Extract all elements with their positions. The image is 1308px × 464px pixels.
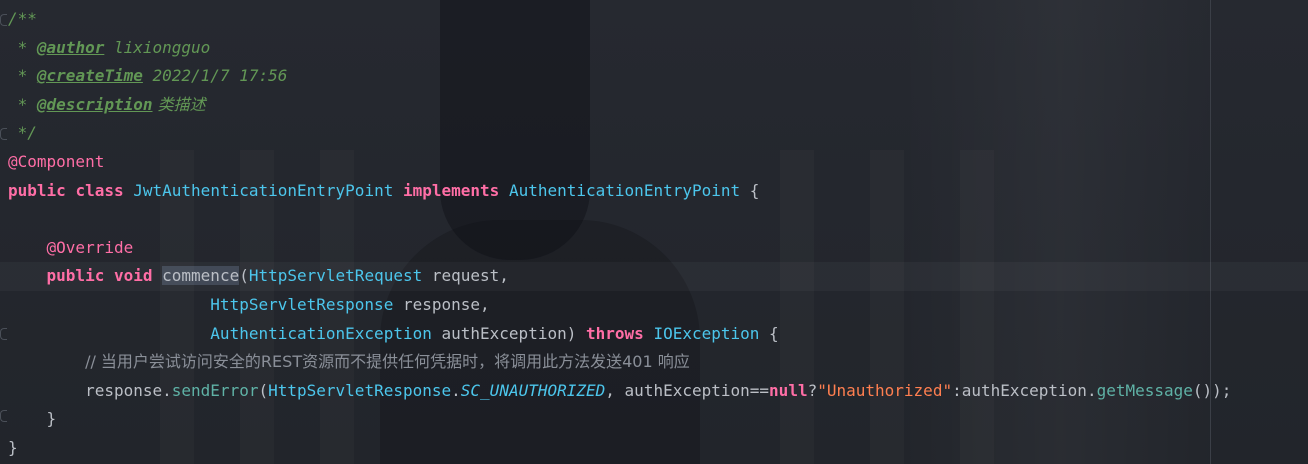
code-line[interactable]: * @createTime 2022/1/7 17:56 xyxy=(0,62,1308,91)
javadoc-author-value: lixiongguo xyxy=(104,37,211,57)
interface-name[interactable]: AuthenticationEntryPoint xyxy=(509,181,740,200)
string-literal: "Unauthorized" xyxy=(817,380,953,400)
method-call-senderror[interactable]: sendError xyxy=(172,381,259,400)
code-line[interactable]: } xyxy=(0,434,1308,463)
closing-parens: ()); xyxy=(1192,380,1232,400)
param-name: request, xyxy=(422,266,509,286)
method-call-getmessage[interactable]: getMessage xyxy=(1097,381,1193,400)
dot: . xyxy=(162,380,172,400)
code-line[interactable]: * @description 类描述 xyxy=(0,91,1308,120)
expression-part: :authException. xyxy=(952,380,1097,400)
param-type[interactable]: AuthenticationException xyxy=(210,324,432,343)
javadoc-close: */ xyxy=(8,123,37,143)
code-line[interactable]: @Component xyxy=(0,148,1308,177)
code-line[interactable]: response.sendError(HttpServletResponse.S… xyxy=(0,377,1308,406)
javadoc-tag-author[interactable]: @author xyxy=(37,38,104,57)
code-line[interactable]: // 当用户尝试访问安全的REST资源而不提供任何凭据时，将调用此方法发送401… xyxy=(0,348,1308,377)
code-line[interactable]: @Override xyxy=(0,234,1308,263)
keyword-implements: implements xyxy=(402,180,500,200)
javadoc-open: /** xyxy=(8,9,37,28)
code-line-empty[interactable] xyxy=(0,205,1308,234)
javadoc-description-value: 类描述 xyxy=(152,94,206,114)
param-type[interactable]: HttpServletRequest xyxy=(249,266,422,285)
code-line[interactable]: /** xyxy=(0,5,1308,34)
javadoc-prefix: * xyxy=(8,37,37,57)
annotation-component[interactable]: @Component xyxy=(8,152,104,171)
open-brace: { xyxy=(749,180,760,200)
code-line[interactable]: * @author lixiongguo xyxy=(0,34,1308,63)
exception-type[interactable]: IOException xyxy=(653,324,759,343)
open-paren: ( xyxy=(239,266,249,286)
keyword-throws: throws xyxy=(586,323,644,343)
javadoc-createtime-value: 2022/1/7 17:56 xyxy=(142,66,288,86)
class-ref[interactable]: HttpServletResponse xyxy=(268,381,451,400)
expression-part: , authException== xyxy=(605,380,770,400)
code-line[interactable]: HttpServletResponse response, xyxy=(0,291,1308,320)
keyword-public: public xyxy=(8,180,66,200)
code-line[interactable]: */ xyxy=(0,119,1308,148)
code-area[interactable]: /** * @author lixiongguo * @createTime 2… xyxy=(0,5,1308,463)
code-line[interactable]: AuthenticationException authException) t… xyxy=(0,320,1308,349)
open-brace: { xyxy=(769,323,779,343)
keyword-class: class xyxy=(75,180,124,200)
code-line-current[interactable]: public void commence(HttpServletRequest … xyxy=(0,262,1308,291)
method-name-commence[interactable]: commence xyxy=(162,266,240,286)
dot: . xyxy=(451,380,461,400)
param-name: response, xyxy=(393,294,490,314)
javadoc-tag-createtime[interactable]: @createTime xyxy=(37,66,143,85)
close-brace: } xyxy=(8,437,18,457)
keyword-null: null xyxy=(769,380,808,400)
close-brace: } xyxy=(46,409,57,429)
javadoc-tag-description[interactable]: @description xyxy=(37,95,153,114)
annotation-override[interactable]: @Override xyxy=(47,238,134,257)
open-paren: ( xyxy=(258,380,269,400)
param-name: authException) xyxy=(431,323,577,343)
keyword-public: public xyxy=(46,266,105,286)
ternary-operator: ? xyxy=(807,380,818,400)
line-comment: // 当用户尝试访问安全的REST资源而不提供任何凭据时，将调用此方法发送401… xyxy=(85,352,690,372)
param-type[interactable]: HttpServletResponse xyxy=(210,295,393,314)
variable-response[interactable]: response xyxy=(85,381,162,400)
constant-sc-unauthorized[interactable]: SC_UNAUTHORIZED xyxy=(461,381,606,400)
javadoc-prefix: * xyxy=(8,94,37,114)
code-editor[interactable]: /** * @author lixiongguo * @createTime 2… xyxy=(0,0,1308,464)
class-name[interactable]: JwtAuthenticationEntryPoint xyxy=(133,181,393,200)
keyword-void: void xyxy=(113,266,153,286)
code-line[interactable]: } xyxy=(0,405,1308,434)
javadoc-prefix: * xyxy=(8,66,37,86)
code-line[interactable]: public class JwtAuthenticationEntryPoint… xyxy=(0,177,1308,206)
